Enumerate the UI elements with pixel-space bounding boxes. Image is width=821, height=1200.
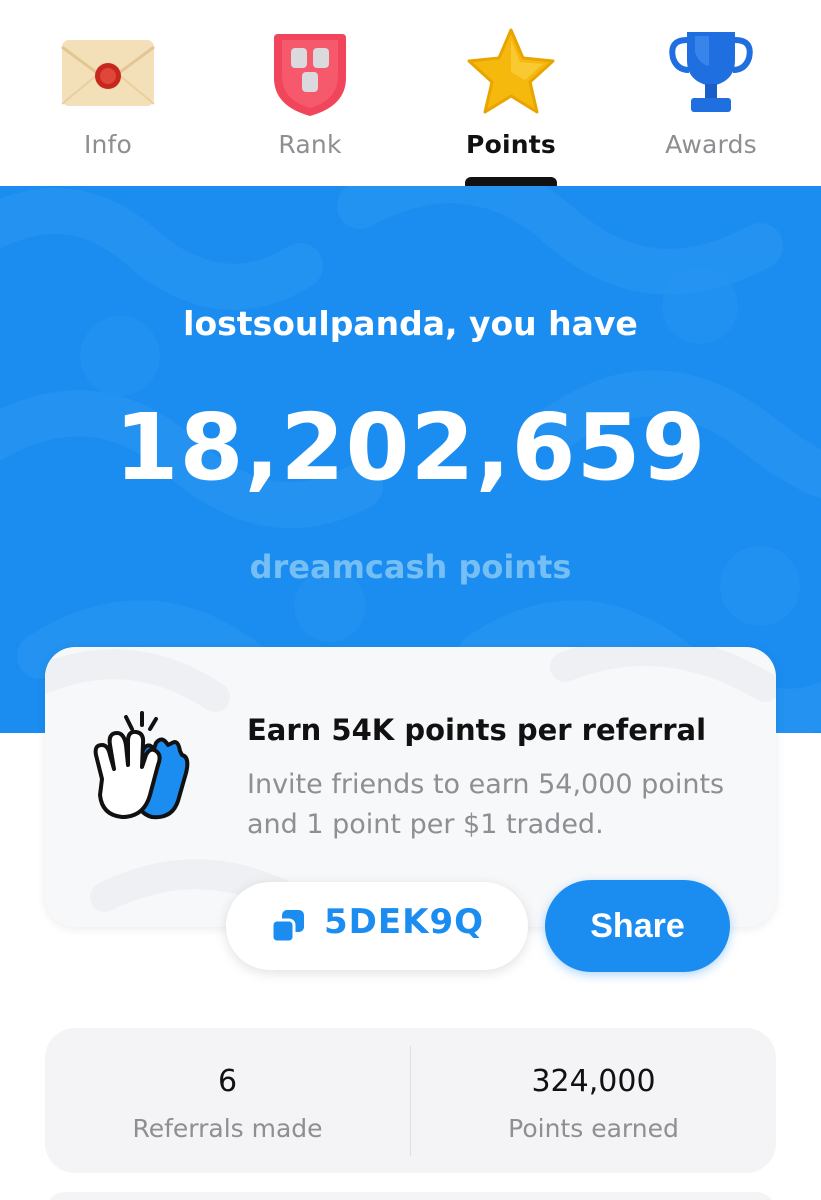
hero-greeting: lostsoulpanda, you have xyxy=(183,304,638,343)
points-balance: 18,202,659 xyxy=(114,394,707,501)
trophy-icon xyxy=(669,32,753,112)
tab-rank[interactable]: Rank xyxy=(210,0,410,186)
points-earned-label: Points earned xyxy=(508,1114,679,1143)
referral-code-copy-button[interactable]: 5DEK9Q xyxy=(226,882,528,970)
copy-icon xyxy=(270,910,304,944)
referral-stats: 6 Referrals made 324,000 Points earned xyxy=(45,1028,776,1173)
tab-awards[interactable]: Awards xyxy=(611,0,811,186)
referrals-made-value: 6 xyxy=(217,1064,238,1099)
waving-hands-icon xyxy=(93,711,190,820)
next-section-card xyxy=(45,1192,776,1200)
tab-info-label: Info xyxy=(83,130,133,159)
tab-points-label: Points xyxy=(466,130,556,159)
tab-info[interactable]: Info xyxy=(8,0,208,186)
star-icon xyxy=(467,28,555,114)
tab-bar: Info Rank Points Awards xyxy=(0,0,821,186)
referrals-made-stat: 6 Referrals made xyxy=(45,1028,410,1173)
shield-icon xyxy=(274,34,346,116)
referral-title: Earn 54K points per referral xyxy=(247,713,707,747)
points-earned-value: 324,000 xyxy=(531,1064,656,1099)
points-unit-label: dreamcash points xyxy=(249,548,572,586)
active-tab-indicator xyxy=(465,177,557,186)
tab-rank-label: Rank xyxy=(278,130,342,159)
referral-description: Invite friends to earn 54,000 points and… xyxy=(247,769,725,840)
referrals-made-label: Referrals made xyxy=(132,1114,323,1143)
points-earned-stat: 324,000 Points earned xyxy=(411,1028,776,1173)
tab-awards-label: Awards xyxy=(665,130,757,159)
envelope-icon xyxy=(61,40,155,106)
referral-code: 5DEK9Q xyxy=(324,902,485,942)
share-button[interactable]: Share xyxy=(545,880,730,972)
tab-points[interactable]: Points xyxy=(411,0,611,186)
